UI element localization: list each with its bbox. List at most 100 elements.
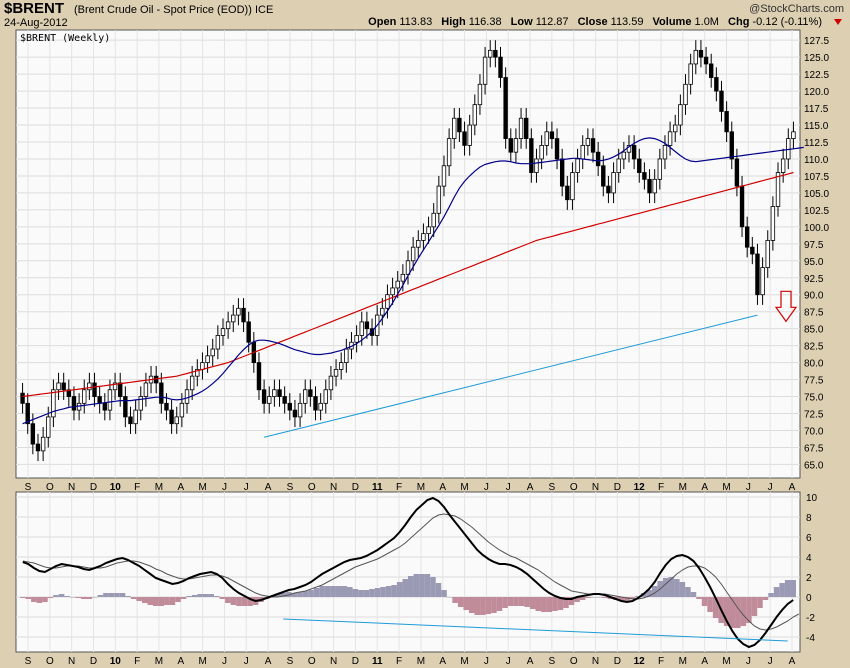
price-x-label: A [701, 482, 708, 493]
macd-histogram-bar [64, 596, 70, 597]
macd-histogram-bar [25, 597, 32, 599]
candle-body [508, 138, 513, 153]
macd-histogram-bar [214, 596, 220, 597]
candle-body [20, 392, 25, 404]
candle-body [616, 158, 621, 173]
price-x-label: 11 [372, 482, 383, 493]
candle-body [770, 206, 776, 241]
candle-body [282, 396, 287, 404]
macd-histogram-bar [58, 594, 65, 597]
candle-body [236, 307, 241, 316]
price-x-label: S [287, 482, 294, 493]
macd-histogram-bar [585, 597, 591, 598]
candle-body [673, 124, 678, 133]
price-x-label: D [352, 482, 359, 493]
candle-body [169, 409, 174, 425]
price-tick-label: 127.5 [804, 36, 829, 47]
candle-body [292, 409, 298, 418]
macd-x-label: N [592, 656, 599, 667]
candle-body [678, 104, 683, 126]
candle-body [328, 375, 334, 391]
macd-histogram-bar [668, 577, 675, 597]
macd-histogram-bar [701, 597, 708, 606]
macd-x-label: D [614, 656, 621, 667]
candle-body [719, 90, 724, 112]
candle-body [739, 185, 745, 228]
macd-histogram-bar [319, 586, 325, 597]
candle-body [174, 416, 179, 425]
candle-body [698, 49, 704, 58]
macd-histogram-bar [191, 595, 198, 597]
candle-body [709, 63, 714, 78]
candle-body [225, 321, 231, 330]
candle-body [133, 409, 138, 425]
candle-body [385, 294, 390, 309]
macd-histogram-bar [302, 591, 309, 597]
macd-histogram-bar [474, 597, 481, 615]
price-x-label: A [789, 482, 796, 493]
macd-histogram-bar [202, 594, 209, 597]
macd-histogram-bar [374, 588, 381, 597]
price-tick-label: 75.0 [804, 393, 824, 404]
candle-body [637, 158, 642, 173]
candle-body [87, 382, 92, 391]
price-x-label: J [244, 482, 249, 493]
candle-body [606, 185, 611, 194]
candle-body [323, 389, 328, 404]
candle-body [179, 402, 185, 418]
candle-body [621, 151, 627, 160]
candle-body [524, 117, 529, 140]
candle-body [755, 253, 760, 296]
candle-body [308, 389, 313, 397]
macd-x-label: J [768, 656, 773, 667]
macd-histogram-bar [424, 574, 431, 597]
macd-histogram-bar [136, 597, 142, 601]
candle-body [580, 144, 585, 160]
macd-histogram-bar [696, 597, 702, 599]
price-tick-label: 80.0 [804, 359, 824, 370]
price-tick-label: 107.5 [804, 172, 829, 183]
price-tick-label: 105.0 [804, 189, 829, 200]
macd-histogram-bar [47, 597, 54, 598]
price-tick-label: 110.0 [804, 155, 829, 166]
macd-x-label: J [506, 656, 511, 667]
candle-body [364, 321, 370, 330]
candle-body [662, 144, 668, 160]
macd-histogram-bar [341, 586, 348, 597]
macd-histogram-bar [502, 597, 508, 608]
macd-histogram-bar [158, 597, 165, 606]
macd-x-label: A [177, 656, 184, 667]
macd-histogram-bar [707, 597, 713, 612]
macd-histogram-bar [590, 597, 597, 598]
candle-body [631, 144, 637, 160]
candle-body [703, 56, 709, 65]
macd-x-label: M [460, 656, 468, 667]
macd-x-label: A [789, 656, 796, 667]
macd-histogram-bar [363, 590, 370, 597]
macd-histogram-bar [108, 593, 115, 597]
macd-x-label: J [484, 656, 489, 667]
candle-body [318, 402, 323, 411]
macd-tick-label: 4 [806, 553, 812, 564]
candle-body [92, 382, 97, 397]
candle-body [791, 131, 796, 140]
candle-body [575, 158, 580, 173]
macd-histogram-bar [358, 590, 364, 597]
macd-histogram-bar [524, 597, 530, 607]
price-x-label: 10 [110, 482, 122, 493]
price-x-label: M [155, 482, 163, 493]
candle-body [82, 389, 87, 404]
candle-body [123, 396, 128, 418]
macd-x-label: J [746, 656, 751, 667]
macd-histogram-bar [457, 597, 464, 607]
macd-x-label: M [679, 656, 687, 667]
macd-x-label: N [68, 656, 75, 667]
macd-histogram-bar [674, 579, 680, 597]
macd-histogram-bar [513, 597, 519, 606]
macd-histogram-bar [141, 597, 148, 603]
macd-histogram-bar [53, 595, 59, 597]
macd-x-label: A [701, 656, 708, 667]
macd-histogram-bar [729, 597, 736, 628]
chart-canvas: 65.0 67.5 70.0 72.5 75.0 77.5 80.0 82.5 85.0 87.5… [15, 29, 829, 667]
price-tick-label: 102.5 [804, 206, 829, 217]
